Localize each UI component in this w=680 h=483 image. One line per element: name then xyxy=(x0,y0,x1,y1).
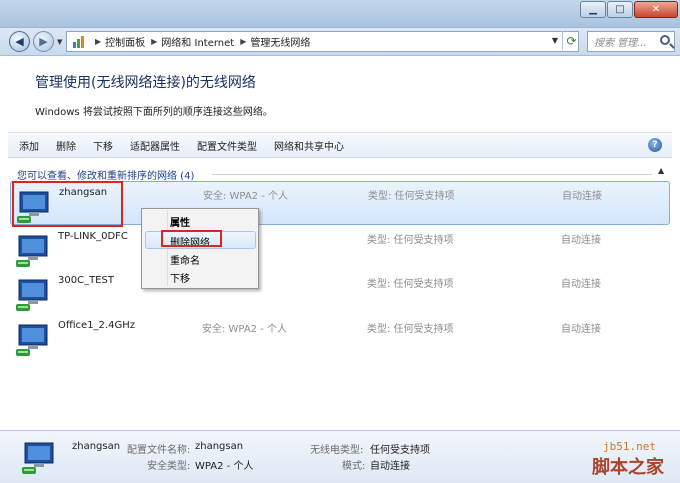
address-box[interactable]: ▶ 控制面板 ▶ 网络和 Internet ▶ 管理无线网络 ▼ xyxy=(66,31,579,52)
network-type: 类型: 任何受支持项 xyxy=(367,324,454,335)
security-type-label: 安全类型: xyxy=(147,461,191,472)
command-toolbar: 添加 删除 下移 适配器属性 配置文件类型 网络和共享中心 ? xyxy=(8,132,672,158)
collapse-chevron-icon[interactable]: ▲ xyxy=(658,166,664,175)
profile-types-button[interactable]: 配置文件类型 xyxy=(191,138,263,153)
network-group-header: 您可以查看、修改和重新排序的网络 (4) xyxy=(17,171,195,182)
details-network-name: zhangsan xyxy=(72,441,121,452)
help-icon[interactable]: ? xyxy=(648,138,662,152)
wireless-network-icon xyxy=(16,324,48,356)
page-title: 管理使用(无线网络连接)的无线网络 xyxy=(35,75,256,91)
network-name: TP-LINK_0DFC xyxy=(58,231,128,242)
page-description: Windows 将尝试按照下面所列的顺序连接这些网络。 xyxy=(35,107,273,118)
refresh-icon: ⟳ xyxy=(566,33,577,48)
breadcrumb-network-internet[interactable]: 网络和 Internet xyxy=(161,34,234,49)
group-divider xyxy=(212,174,652,175)
mode-label: 模式: xyxy=(342,461,366,472)
wireless-network-icon xyxy=(22,442,54,474)
breadcrumb-manage-wireless[interactable]: 管理无线网络 xyxy=(250,34,310,49)
network-row-tp-link[interactable]: TP-LINK_0DFC 类型: 任何受支持项 自动连接 xyxy=(10,226,670,270)
search-icon xyxy=(660,35,670,45)
network-row-office1[interactable]: Office1_2.4GHz 安全: WPA2 - 个人 类型: 任何受支持项 … xyxy=(10,315,670,359)
remove-button[interactable]: 删除 xyxy=(50,138,82,153)
forward-arrow-icon: ▶ xyxy=(39,35,48,48)
network-type: 类型: 任何受支持项 xyxy=(367,235,454,246)
profile-name-value: zhangsan xyxy=(195,441,244,452)
title-bar: ▁ □ ✕ xyxy=(0,0,680,28)
profile-name-label: 配置文件名称: xyxy=(127,445,191,456)
network-mode: 自动连接 xyxy=(562,191,602,202)
mode-value: 自动连接 xyxy=(370,461,410,472)
network-security: 安全: WPA2 - 个人 xyxy=(202,324,287,335)
network-security: 安全: WPA2 - 个人 xyxy=(203,191,288,202)
wireless-network-icon xyxy=(16,279,48,311)
menu-item-properties[interactable]: 属性 xyxy=(170,214,190,229)
search-placeholder: 搜索 管理... xyxy=(594,38,647,49)
close-button[interactable]: ✕ xyxy=(634,1,678,18)
back-button[interactable]: ◀ xyxy=(9,31,30,52)
window-controls: ▁ □ ✕ xyxy=(579,1,678,18)
security-type-value: WPA2 - 个人 xyxy=(195,461,254,472)
menu-item-move-down[interactable]: 下移 xyxy=(170,270,190,285)
breadcrumb-separator-icon: ▶ xyxy=(95,37,102,46)
annotation-menu-highlight xyxy=(161,230,222,247)
adapter-properties-button[interactable]: 适配器属性 xyxy=(124,138,186,153)
address-toolbar: ◀ ▶ ▼ ▶ 控制面板 ▶ 网络和 Internet ▶ 管理无线网络 ▼ ⟳… xyxy=(0,28,680,56)
back-arrow-icon: ◀ xyxy=(15,35,24,48)
watermark-site: jb51.net xyxy=(603,440,656,453)
refresh-button[interactable]: ⟳ xyxy=(562,31,580,50)
network-mode: 自动连接 xyxy=(561,235,601,246)
maximize-button[interactable]: □ xyxy=(607,1,633,18)
watermark-brand: 脚本之家 xyxy=(592,457,664,478)
history-dropdown-icon[interactable]: ▼ xyxy=(57,38,62,46)
radio-type-value: 任何受支持项 xyxy=(370,445,430,456)
network-type: 类型: 任何受支持项 xyxy=(368,191,455,202)
breadcrumb-separator-icon: ▶ xyxy=(240,37,247,46)
address-dropdown-icon[interactable]: ▼ xyxy=(552,36,558,45)
network-name: 300C_TEST xyxy=(58,275,114,286)
network-row-300c-test[interactable]: 300C_TEST 类型: 任何受支持项 自动连接 xyxy=(10,270,670,314)
control-panel-icon xyxy=(73,35,84,48)
network-mode: 自动连接 xyxy=(561,324,601,335)
wireless-network-icon xyxy=(16,235,48,267)
minimize-button[interactable]: ▁ xyxy=(580,1,606,18)
network-name: Office1_2.4GHz xyxy=(58,320,135,331)
search-input[interactable]: 搜索 管理... xyxy=(587,31,675,52)
menu-item-rename[interactable]: 重命名 xyxy=(170,252,200,267)
breadcrumb-control-panel[interactable]: 控制面板 xyxy=(105,34,145,49)
add-button[interactable]: 添加 xyxy=(13,138,45,153)
context-menu: 属性 删除网络 重命名 下移 xyxy=(141,208,259,289)
annotation-highlight-box xyxy=(12,181,123,227)
radio-type-label: 无线电类型: xyxy=(310,445,364,456)
move-down-button[interactable]: 下移 xyxy=(87,138,119,153)
network-type: 类型: 任何受支持项 xyxy=(367,279,454,290)
details-pane: zhangsan 配置文件名称: zhangsan 安全类型: WPA2 - 个… xyxy=(0,430,680,483)
forward-button[interactable]: ▶ xyxy=(33,31,54,52)
network-sharing-center-button[interactable]: 网络和共享中心 xyxy=(268,138,350,153)
network-mode: 自动连接 xyxy=(561,279,601,290)
breadcrumb-separator-icon: ▶ xyxy=(151,37,158,46)
